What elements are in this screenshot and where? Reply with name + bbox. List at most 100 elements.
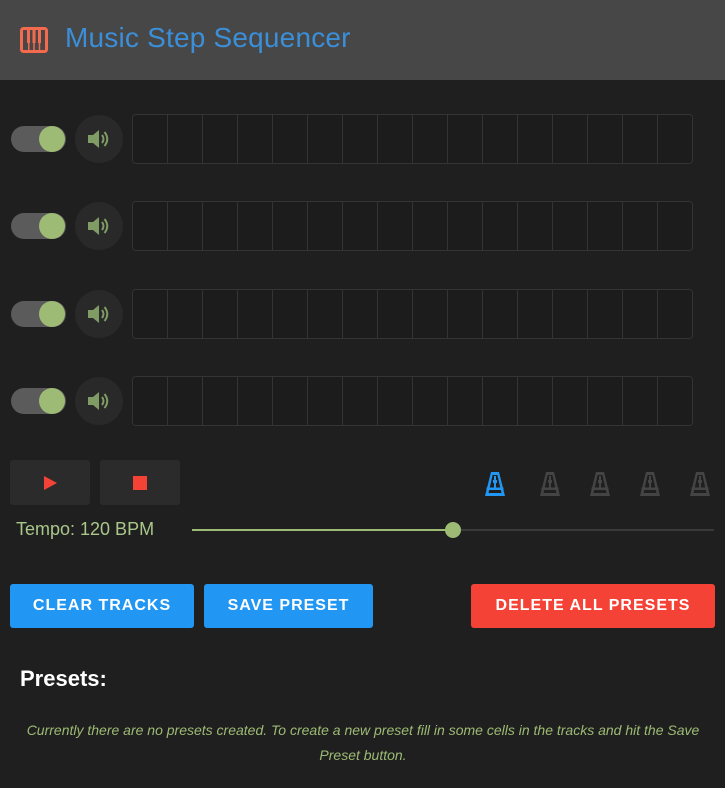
- track-enable-toggle[interactable]: [11, 126, 66, 152]
- step-cell[interactable]: [308, 202, 343, 250]
- track-mute-button[interactable]: [75, 377, 123, 425]
- metronome-icon: [588, 470, 612, 498]
- step-cell[interactable]: [343, 290, 378, 338]
- step-cell[interactable]: [273, 202, 308, 250]
- stop-button[interactable]: [100, 460, 180, 505]
- step-cell[interactable]: [448, 290, 483, 338]
- step-cell[interactable]: [483, 290, 518, 338]
- step-cell[interactable]: [518, 377, 553, 425]
- step-cell[interactable]: [553, 290, 588, 338]
- track-enable-toggle[interactable]: [11, 301, 66, 327]
- step-cell[interactable]: [413, 377, 448, 425]
- step-cell[interactable]: [308, 290, 343, 338]
- step-cell[interactable]: [518, 115, 553, 163]
- step-cell[interactable]: [273, 115, 308, 163]
- volume-icon: [88, 217, 109, 235]
- toggle-knob: [39, 388, 65, 414]
- step-grid: [132, 376, 693, 426]
- step-grid: [132, 114, 693, 164]
- step-cell[interactable]: [553, 115, 588, 163]
- step-grid: [132, 201, 693, 251]
- delete-all-presets-button[interactable]: DELETE ALL PRESETS: [471, 584, 715, 628]
- step-cell[interactable]: [623, 115, 658, 163]
- step-cell[interactable]: [448, 377, 483, 425]
- step-cell[interactable]: [378, 377, 413, 425]
- step-cell[interactable]: [238, 377, 273, 425]
- step-cell[interactable]: [238, 290, 273, 338]
- metronome-icon: [688, 470, 712, 498]
- toggle-knob: [39, 301, 65, 327]
- step-cell[interactable]: [553, 202, 588, 250]
- step-cell[interactable]: [658, 115, 692, 163]
- track-enable-toggle[interactable]: [11, 213, 66, 239]
- step-cell[interactable]: [483, 115, 518, 163]
- step-cell[interactable]: [378, 115, 413, 163]
- step-cell[interactable]: [588, 202, 623, 250]
- step-cell[interactable]: [658, 290, 692, 338]
- step-cell[interactable]: [133, 115, 168, 163]
- step-cell[interactable]: [413, 202, 448, 250]
- step-cell[interactable]: [448, 202, 483, 250]
- step-cell[interactable]: [133, 202, 168, 250]
- presets-heading: Presets:: [20, 666, 107, 691]
- step-cell[interactable]: [203, 290, 238, 338]
- track-enable-toggle[interactable]: [11, 388, 66, 414]
- step-cell[interactable]: [658, 202, 692, 250]
- step-cell[interactable]: [238, 115, 273, 163]
- step-cell[interactable]: [378, 290, 413, 338]
- volume-icon: [88, 305, 109, 323]
- step-cell[interactable]: [588, 290, 623, 338]
- step-cell[interactable]: [343, 377, 378, 425]
- step-cell[interactable]: [203, 202, 238, 250]
- step-cell[interactable]: [203, 377, 238, 425]
- step-cell[interactable]: [483, 377, 518, 425]
- step-cell[interactable]: [588, 377, 623, 425]
- step-cell[interactable]: [448, 115, 483, 163]
- step-cell[interactable]: [413, 290, 448, 338]
- save-preset-button[interactable]: SAVE PRESET: [204, 584, 373, 628]
- step-cell[interactable]: [553, 377, 588, 425]
- tempo-slider[interactable]: [192, 520, 714, 540]
- tempo-slider-thumb[interactable]: [445, 522, 461, 538]
- tempo-slider-fill: [192, 529, 453, 531]
- step-cell[interactable]: [658, 377, 692, 425]
- track-row: [0, 201, 725, 251]
- toggle-knob: [39, 126, 65, 152]
- step-cell[interactable]: [413, 115, 448, 163]
- track-mute-button[interactable]: [75, 290, 123, 338]
- step-cell[interactable]: [518, 290, 553, 338]
- play-button[interactable]: [10, 460, 90, 505]
- step-cell[interactable]: [308, 115, 343, 163]
- step-cell[interactable]: [588, 115, 623, 163]
- step-cell[interactable]: [133, 290, 168, 338]
- step-cell[interactable]: [343, 115, 378, 163]
- step-cell[interactable]: [133, 377, 168, 425]
- play-icon: [44, 475, 57, 490]
- metronome-icon: [538, 470, 562, 498]
- step-cell[interactable]: [273, 290, 308, 338]
- step-cell[interactable]: [203, 115, 238, 163]
- track-mute-button[interactable]: [75, 202, 123, 250]
- step-cell[interactable]: [168, 115, 203, 163]
- stop-icon: [133, 475, 147, 490]
- toggle-knob: [39, 213, 65, 239]
- step-cell[interactable]: [378, 202, 413, 250]
- step-cell[interactable]: [518, 202, 553, 250]
- step-cell[interactable]: [343, 202, 378, 250]
- step-cell[interactable]: [623, 377, 658, 425]
- step-cell[interactable]: [168, 202, 203, 250]
- step-cell[interactable]: [273, 377, 308, 425]
- clear-tracks-button[interactable]: CLEAR TRACKS: [10, 584, 194, 628]
- step-cell[interactable]: [168, 377, 203, 425]
- step-cell[interactable]: [483, 202, 518, 250]
- track-mute-button[interactable]: [75, 115, 123, 163]
- step-cell[interactable]: [308, 377, 343, 425]
- step-cell[interactable]: [168, 290, 203, 338]
- step-cell[interactable]: [238, 202, 273, 250]
- app-header: Music Step Sequencer: [0, 0, 725, 80]
- metronome-icon: [483, 470, 507, 498]
- tempo-label: Tempo: 120 BPM: [16, 519, 155, 539]
- presets-empty-message: Currently there are no presets created. …: [26, 722, 700, 763]
- step-cell[interactable]: [623, 202, 658, 250]
- step-cell[interactable]: [623, 290, 658, 338]
